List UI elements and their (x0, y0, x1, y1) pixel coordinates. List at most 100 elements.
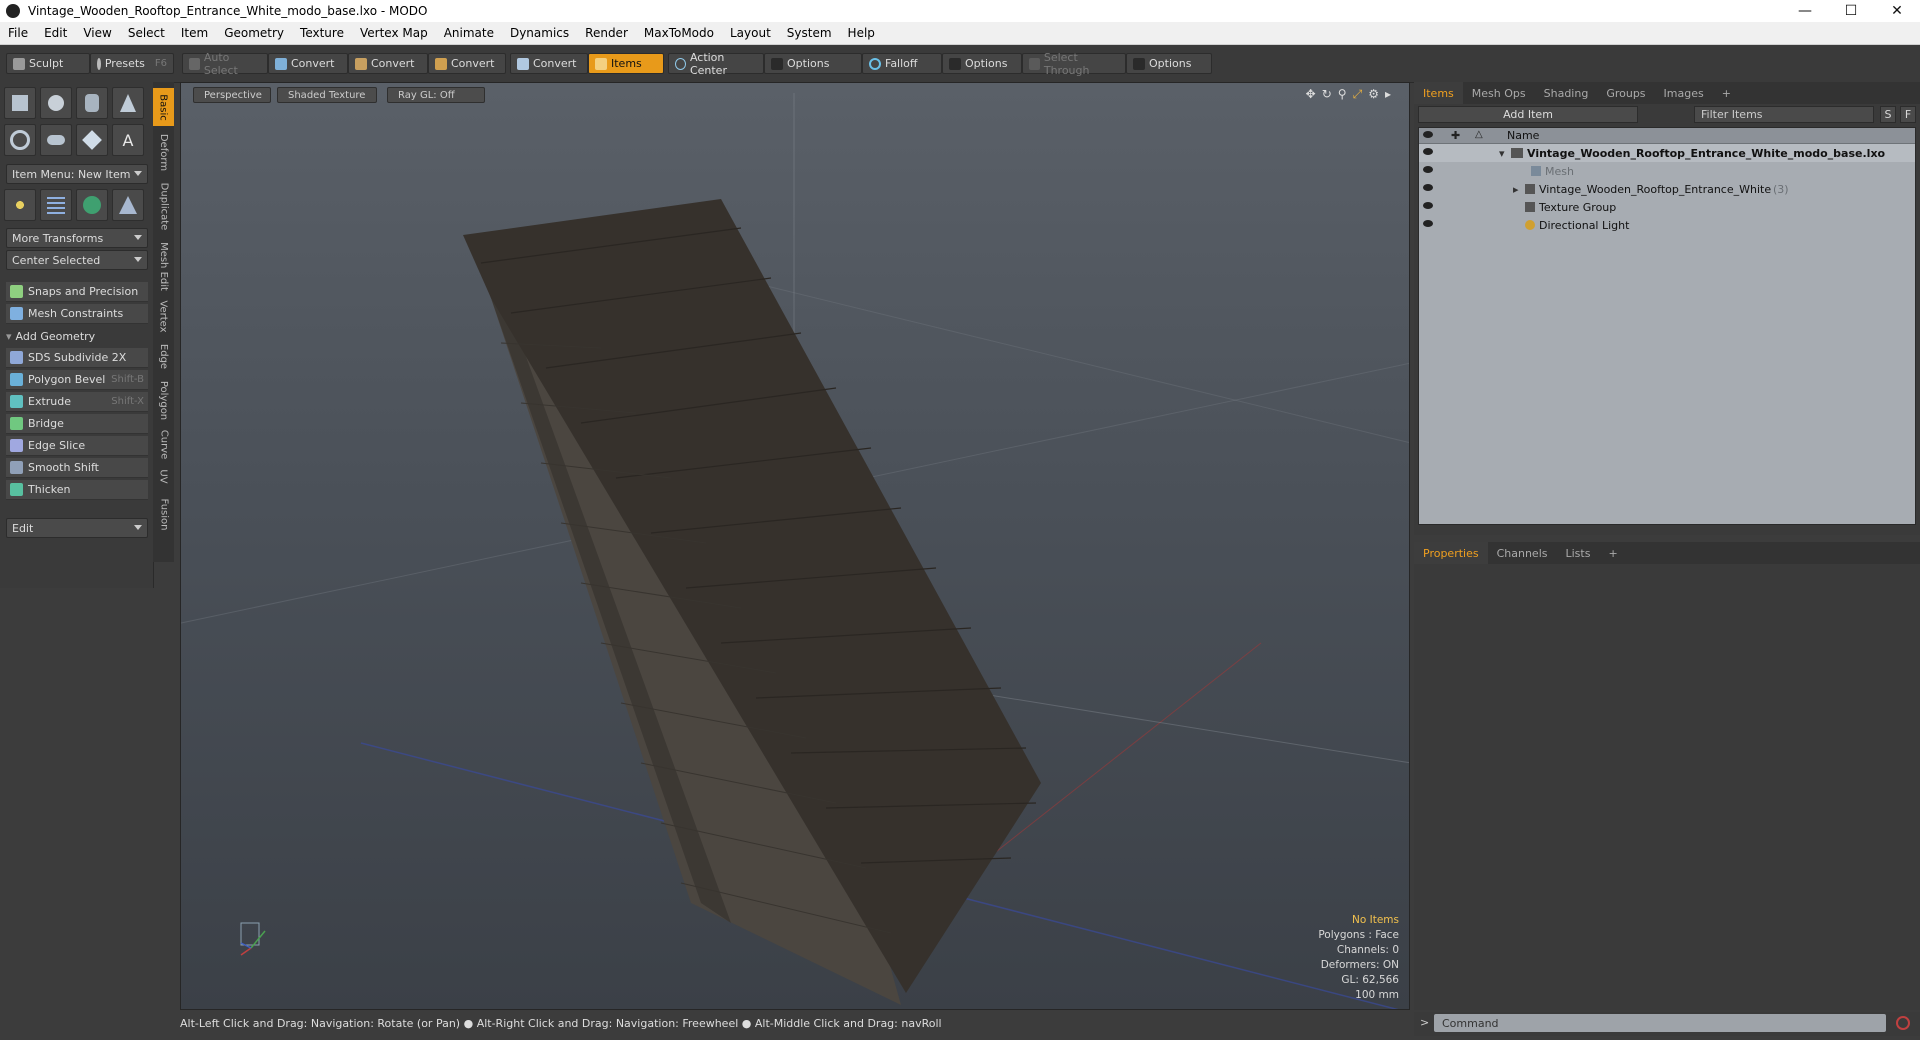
menu-texture[interactable]: Texture (292, 26, 352, 40)
group-row[interactable]: ▸ Vintage_Wooden_Rooftop_Entrance_White … (1419, 180, 1915, 198)
select-through-options-button[interactable]: Options (1126, 53, 1212, 74)
bridge-button[interactable]: Bridge (6, 414, 148, 434)
tab-images[interactable]: Images (1655, 82, 1713, 104)
fit-view-icon[interactable]: ⤢ (1353, 87, 1363, 102)
tab-groups[interactable]: Groups (1597, 82, 1654, 104)
command-input[interactable]: Command (1434, 1014, 1886, 1032)
menu-select[interactable]: Select (120, 26, 173, 40)
zoom-view-icon[interactable]: ⚲ (1338, 87, 1347, 102)
maximize-icon[interactable]: ☐ (1828, 0, 1874, 22)
item-menu-dropdown[interactable]: Item Menu: New Item (6, 164, 148, 184)
pen-tool-button[interactable] (76, 124, 108, 156)
tab-uv[interactable]: UV (153, 464, 174, 488)
polygon-bevel-button[interactable]: Polygon Bevel Shift-B (6, 370, 148, 390)
menu-layout[interactable]: Layout (722, 26, 779, 40)
filter-s-button[interactable]: S (1880, 106, 1896, 123)
menu-item[interactable]: Item (173, 26, 216, 40)
add-tab-button[interactable]: + (1599, 542, 1626, 564)
presets-button[interactable]: Presets F6 (90, 53, 174, 74)
center-selected-dropdown[interactable]: Center Selected (6, 250, 148, 270)
cylinder-primitive-button[interactable] (76, 87, 108, 119)
tab-properties[interactable]: Properties (1414, 542, 1488, 564)
menu-help[interactable]: Help (840, 26, 883, 40)
sphere-primitive-button[interactable] (40, 87, 72, 119)
convert-button-4[interactable]: Convert (510, 53, 588, 74)
texture-group-row[interactable]: Texture Group (1419, 198, 1915, 216)
sculpt-button[interactable]: Sculpt (6, 53, 90, 74)
edge-slice-button[interactable]: Edge Slice (6, 436, 148, 456)
cone-primitive-button[interactable] (112, 87, 144, 119)
tab-basic[interactable]: Basic (153, 88, 174, 126)
tab-fusion[interactable]: Fusion (153, 492, 174, 536)
pyramid-tool-button[interactable] (112, 189, 144, 221)
sphere-tool-button[interactable] (76, 189, 108, 221)
tab-edge[interactable]: Edge (153, 338, 174, 374)
3d-viewport[interactable]: Perspective Shaded Texture Ray GL: Off ✥… (180, 82, 1410, 1010)
extrude-button[interactable]: Extrude Shift-X (6, 392, 148, 412)
tab-curve[interactable]: Curve (153, 426, 174, 462)
capsule-primitive-button[interactable] (40, 124, 72, 156)
shaded-texture-button[interactable]: Shaded Texture (277, 87, 377, 103)
visibility-eye-icon[interactable] (1423, 202, 1433, 209)
torus-primitive-button[interactable] (4, 124, 36, 156)
visibility-eye-icon[interactable] (1423, 166, 1433, 173)
expand-triangle-icon[interactable]: ▸ (1513, 183, 1519, 196)
cube-primitive-button[interactable] (4, 87, 36, 119)
filter-f-button[interactable]: F (1900, 106, 1916, 123)
menu-file[interactable]: File (0, 26, 36, 40)
mesh-row[interactable]: Mesh (1419, 162, 1915, 180)
falloff-options-button[interactable]: Options (942, 53, 1022, 74)
select-through-button[interactable]: Select Through (1022, 51, 1126, 77)
scene-root-row[interactable]: ▾ Vintage_Wooden_Rooftop_Entrance_White_… (1419, 144, 1915, 162)
text-tool-button[interactable]: A (112, 124, 144, 156)
play-arrow-icon[interactable]: ▸ (1385, 87, 1391, 102)
expand-triangle-icon[interactable]: ▾ (1499, 147, 1505, 160)
transform-button[interactable] (4, 189, 36, 221)
tab-vertex[interactable]: Vertex (153, 296, 174, 336)
menu-vertex-map[interactable]: Vertex Map (352, 26, 436, 40)
add-geometry-section[interactable]: ▾ Add Geometry (6, 327, 148, 345)
tab-mesh-ops[interactable]: Mesh Ops (1463, 82, 1535, 104)
tab-shading[interactable]: Shading (1535, 82, 1598, 104)
tab-mesh-edit[interactable]: Mesh Edit (153, 238, 174, 294)
move-view-icon[interactable]: ✥ (1306, 87, 1316, 102)
convert-button-3[interactable]: Convert (428, 53, 506, 74)
tab-items[interactable]: Items (1414, 82, 1463, 104)
mesh-constraints-button[interactable]: Mesh Constraints (6, 304, 148, 324)
visibility-eye-icon[interactable] (1423, 148, 1433, 155)
convert-button-1[interactable]: Convert (268, 53, 348, 74)
action-center-button[interactable]: Action Center (668, 51, 764, 77)
grid-button[interactable] (40, 189, 72, 221)
filter-items-input[interactable]: Filter Items (1694, 106, 1874, 123)
close-icon[interactable]: ✕ (1874, 0, 1920, 22)
visibility-eye-icon[interactable] (1423, 220, 1433, 227)
more-transforms-dropdown[interactable]: More Transforms (6, 228, 148, 248)
edit-dropdown[interactable]: Edit (6, 518, 148, 538)
menu-animate[interactable]: Animate (436, 26, 502, 40)
items-mode-button[interactable]: Items (588, 53, 664, 74)
menu-system[interactable]: System (779, 26, 840, 40)
tab-channels[interactable]: Channels (1488, 542, 1557, 564)
tab-lists[interactable]: Lists (1557, 542, 1600, 564)
add-tab-button[interactable]: + (1713, 82, 1740, 104)
visibility-eye-icon[interactable] (1423, 184, 1433, 191)
menu-dynamics[interactable]: Dynamics (502, 26, 577, 40)
sds-subdivide-button[interactable]: SDS Subdivide 2X (6, 348, 148, 368)
settings-gear-icon[interactable]: ⚙ (1368, 87, 1379, 102)
menu-view[interactable]: View (75, 26, 119, 40)
ray-gl-button[interactable]: Ray GL: Off (387, 87, 485, 103)
tab-polygon[interactable]: Polygon (153, 376, 174, 424)
thicken-button[interactable]: Thicken (6, 480, 148, 500)
tab-duplicate[interactable]: Duplicate (153, 178, 174, 234)
menu-geometry[interactable]: Geometry (216, 26, 292, 40)
action-center-options-button[interactable]: Options (764, 53, 862, 74)
record-icon[interactable] (1896, 1016, 1910, 1030)
menu-render[interactable]: Render (577, 26, 636, 40)
smooth-shift-button[interactable]: Smooth Shift (6, 458, 148, 478)
tab-deform[interactable]: Deform (153, 130, 174, 174)
menu-maxtomodo[interactable]: MaxToModo (636, 26, 722, 40)
auto-select-button[interactable]: Auto Select (182, 51, 268, 77)
falloff-button[interactable]: Falloff (862, 53, 942, 74)
snaps-precision-button[interactable]: Snaps and Precision (6, 282, 148, 302)
menu-edit[interactable]: Edit (36, 26, 75, 40)
